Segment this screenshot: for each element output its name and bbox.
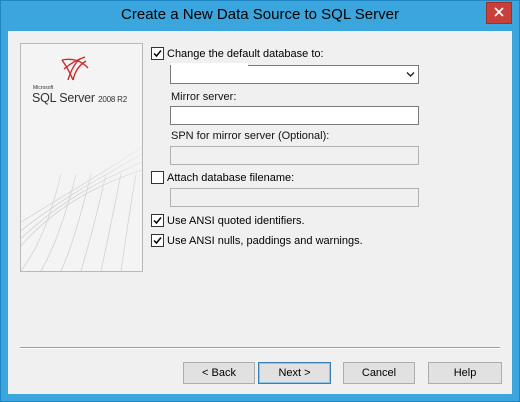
next-button[interactable]: Next > — [258, 362, 331, 384]
footer-divider — [20, 347, 500, 349]
checkmark-icon — [153, 237, 162, 245]
logo-version: 2008 R2 — [98, 95, 127, 104]
default-database-combo[interactable] — [170, 63, 419, 84]
checkbox-box[interactable] — [151, 47, 164, 60]
checkmark-icon — [153, 217, 162, 225]
dialog-body: Microsoft SQL Server 2008 R2 Change the … — [8, 31, 512, 394]
checkbox-box[interactable] — [151, 214, 164, 227]
ansi-quoted-checkbox[interactable]: Use ANSI quoted identifiers. — [151, 214, 305, 227]
chevron-down-icon[interactable] — [406, 70, 415, 82]
sql-server-logo-icon — [59, 55, 91, 86]
close-icon — [494, 6, 504, 20]
spn-mirror-input[interactable] — [170, 146, 419, 165]
logo-product-name: SQL Server — [32, 91, 95, 105]
attach-db-label: Attach database filename: — [167, 171, 295, 184]
combo-redacted-area — [171, 63, 248, 77]
help-button[interactable]: Help — [428, 362, 502, 384]
ansi-nulls-label: Use ANSI nulls, paddings and warnings. — [167, 234, 363, 247]
window-title: Create a New Data Source to SQL Server — [121, 6, 399, 23]
attach-db-filename-input[interactable] — [170, 188, 419, 207]
mirror-server-label: Mirror server: — [171, 91, 237, 103]
checkbox-box[interactable] — [151, 234, 164, 247]
mirror-server-input[interactable] — [170, 106, 419, 125]
cancel-button[interactable]: Cancel — [343, 362, 415, 384]
title-bar[interactable]: Create a New Data Source to SQL Server — [1, 1, 519, 31]
checkbox-box[interactable] — [151, 171, 164, 184]
logo-product: SQL Server 2008 R2 — [32, 91, 127, 105]
back-button[interactable]: < Back — [183, 362, 255, 384]
close-button[interactable] — [486, 2, 512, 24]
change-default-db-checkbox[interactable]: Change the default database to: — [151, 47, 324, 60]
spn-mirror-label: SPN for mirror server (Optional): — [171, 130, 330, 142]
attach-db-checkbox[interactable]: Attach database filename: — [151, 171, 294, 184]
ansi-nulls-checkbox[interactable]: Use ANSI nulls, paddings and warnings. — [151, 234, 363, 247]
change-default-db-label: Change the default database to: — [167, 47, 324, 60]
checkmark-icon — [153, 50, 162, 58]
ansi-quoted-label: Use ANSI quoted identifiers. — [167, 214, 305, 227]
dialog-window: Create a New Data Source to SQL Server M… — [0, 0, 520, 402]
sql-server-logo-panel: Microsoft SQL Server 2008 R2 — [20, 43, 143, 272]
